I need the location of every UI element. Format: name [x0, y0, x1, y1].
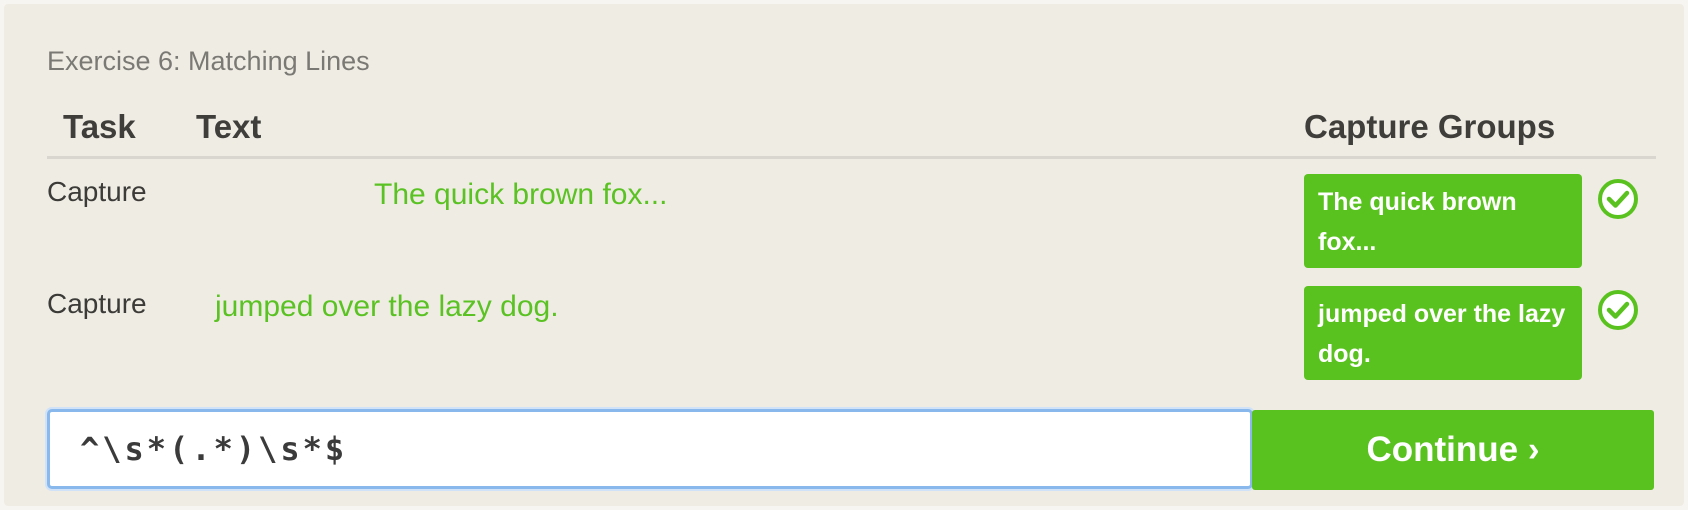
row-text: jumped over the lazy dog.: [215, 290, 559, 323]
check-circle-icon: [1598, 290, 1638, 330]
task-label: Capture: [47, 176, 147, 207]
capture-group-result: The quick brown fox...: [1304, 174, 1582, 268]
text-column-header: Text: [196, 108, 262, 145]
exercise-title: Exercise 6: Matching Lines: [47, 46, 370, 76]
capture-groups-column-header: Capture Groups: [1304, 108, 1556, 145]
table-header: Task Text Capture Groups: [47, 100, 1656, 159]
capture-group-result: jumped over the lazy dog.: [1304, 286, 1582, 380]
task-column-header: Task: [63, 108, 136, 145]
continue-button[interactable]: Continue ›: [1252, 410, 1654, 490]
row-text: The quick brown fox...: [374, 178, 668, 211]
task-label: Capture: [47, 288, 147, 319]
check-circle-icon: [1598, 179, 1638, 219]
regex-input[interactable]: [47, 409, 1253, 489]
exercise-panel: Exercise 6: Matching Lines Task Text Cap…: [4, 4, 1684, 506]
